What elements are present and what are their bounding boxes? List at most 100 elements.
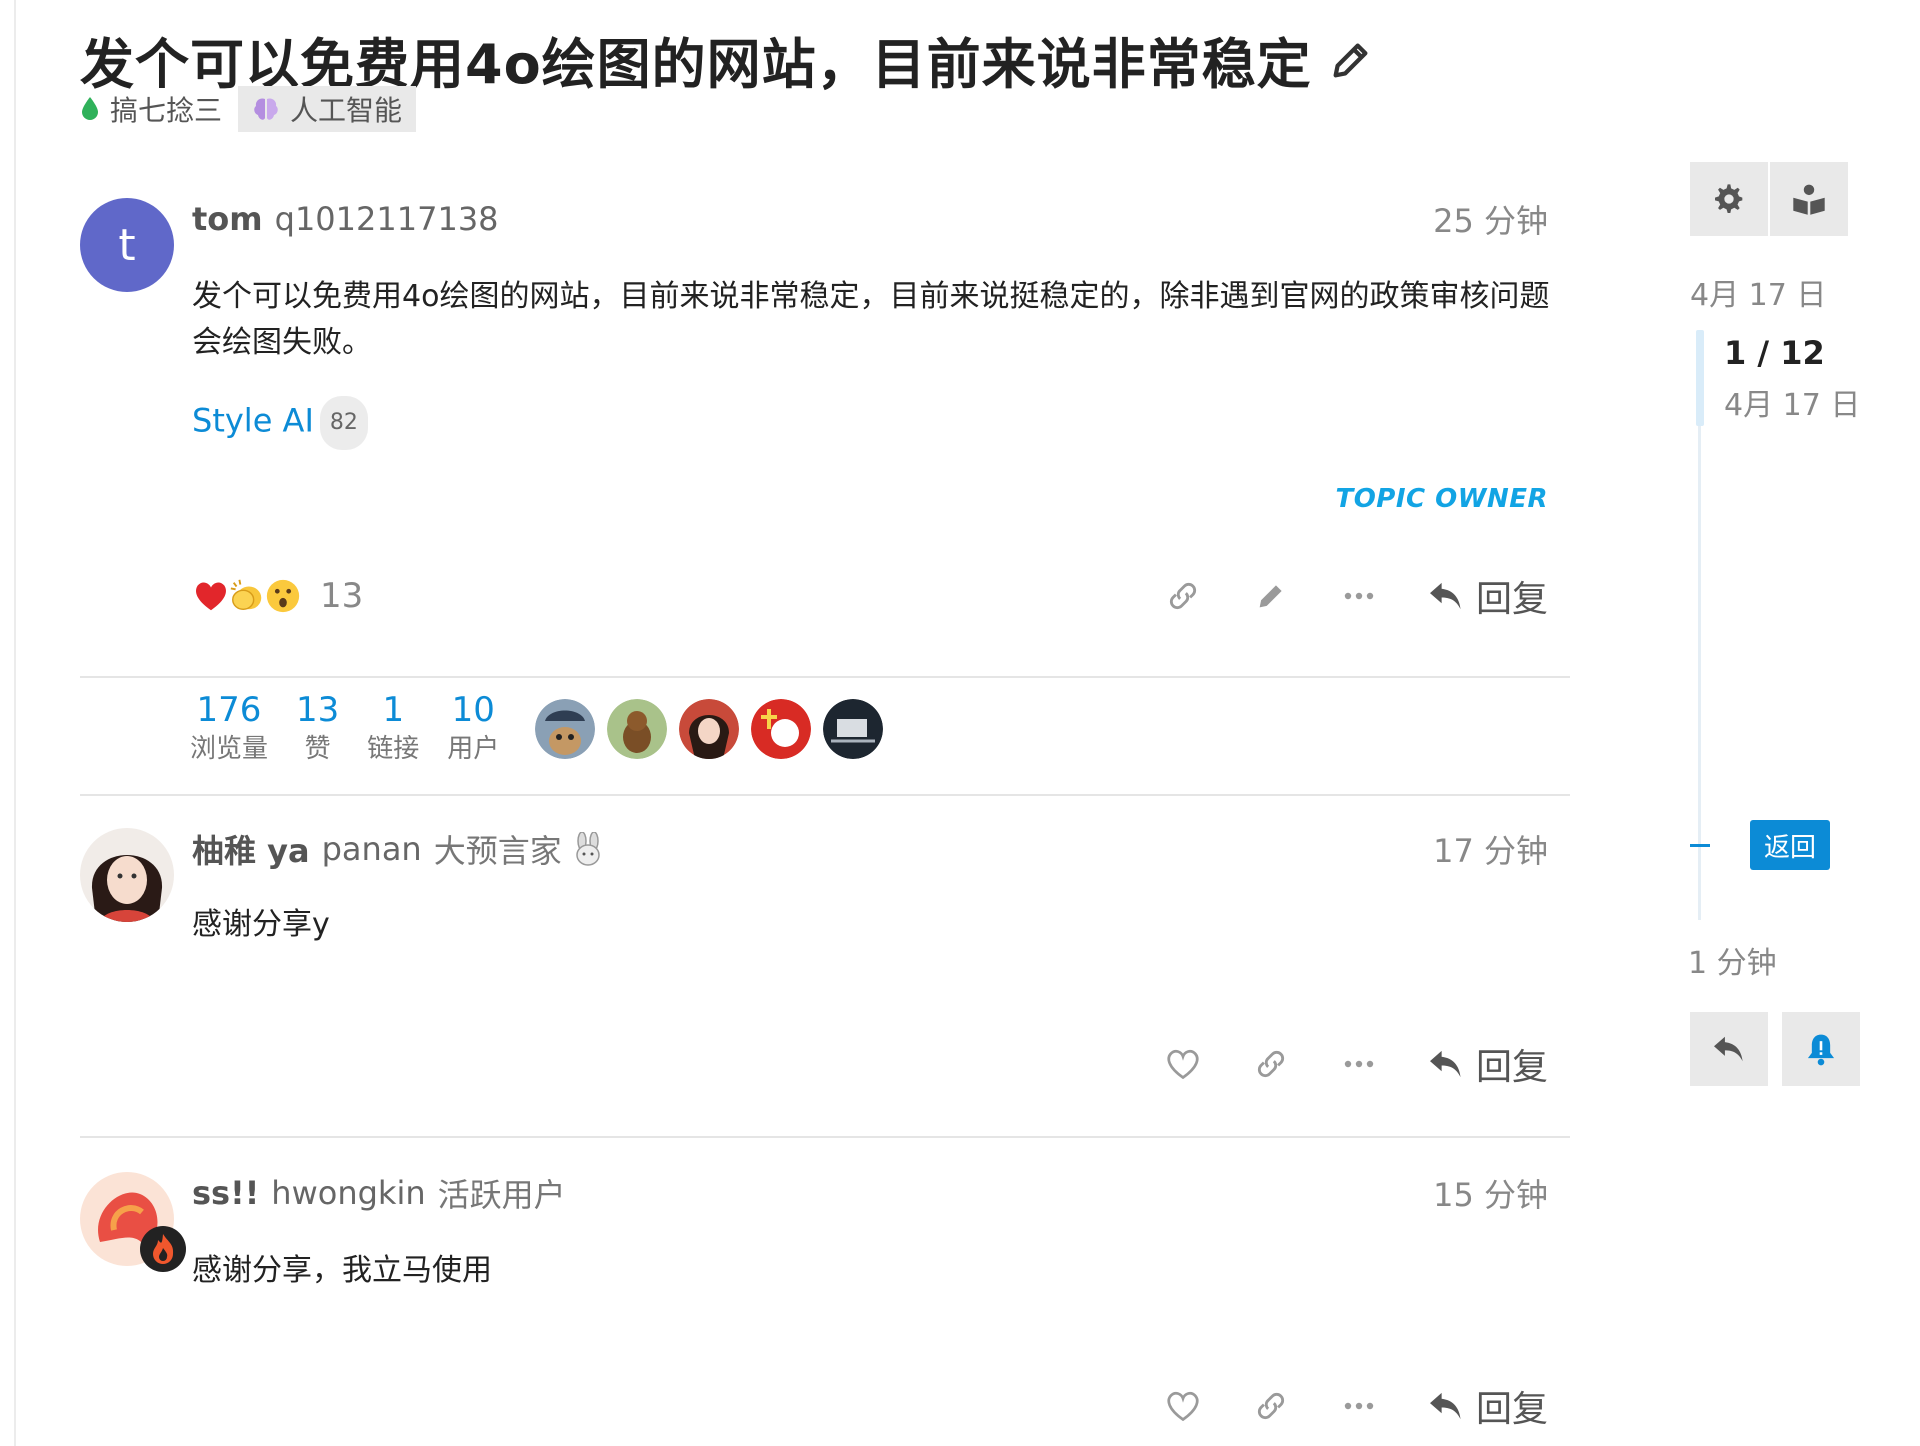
brain-icon bbox=[254, 98, 278, 120]
user-title: 活跃用户 bbox=[437, 1176, 566, 1214]
link-icon bbox=[1257, 1392, 1285, 1420]
style-ai-link[interactable]: Style AI bbox=[192, 402, 314, 440]
admin-menu-button[interactable] bbox=[1690, 162, 1768, 236]
like-button[interactable] bbox=[1148, 1034, 1218, 1094]
avatar-letter: t bbox=[118, 219, 136, 271]
tag-name: 人工智能 bbox=[290, 94, 403, 127]
ellipsis-icon bbox=[1344, 1402, 1374, 1410]
post-body: 发个可以免费用4o绘图的网站，目前来说非常稳定，目前来说挺稳定的，除非遇到官网的… bbox=[192, 279, 1550, 360]
onebox-link: Style AI 82 bbox=[192, 396, 1552, 450]
flame-badge-icon bbox=[140, 1226, 186, 1272]
left-border bbox=[14, 0, 16, 1446]
user-fullname[interactable]: hwongkin bbox=[271, 1174, 425, 1212]
category-name: 搞七捻三 bbox=[110, 94, 223, 127]
gear-icon bbox=[1715, 184, 1743, 213]
user-title: 大预言家 bbox=[433, 832, 562, 870]
rabbit-flair-icon bbox=[575, 832, 600, 866]
timeline-back-button[interactable]: 返回 bbox=[1750, 820, 1830, 870]
timeline-start-date[interactable]: 4月 17 日 bbox=[1690, 270, 1826, 314]
post-divider bbox=[80, 1136, 1570, 1138]
heart-icon bbox=[1167, 1391, 1199, 1422]
post-time[interactable]: 25 分钟 bbox=[1433, 196, 1548, 242]
reactions[interactable]: 13 bbox=[192, 576, 363, 616]
username[interactable]: tom bbox=[192, 200, 263, 238]
avatar[interactable] bbox=[80, 828, 174, 922]
avatar-wrapper bbox=[80, 1172, 190, 1282]
participant-avatars bbox=[535, 699, 884, 759]
topic-admin-buttons bbox=[1690, 162, 1848, 236]
reply-icon bbox=[1429, 582, 1461, 610]
timeline-scroller-handle[interactable] bbox=[1696, 330, 1704, 426]
post-actions: 回复 bbox=[192, 1034, 1548, 1094]
user-fullname[interactable]: panan bbox=[322, 830, 422, 868]
notification-level-button[interactable] bbox=[1782, 1012, 1860, 1086]
copy-link-button[interactable] bbox=[1236, 1376, 1306, 1436]
summarize-button[interactable] bbox=[1770, 162, 1848, 236]
post-divider bbox=[80, 676, 1570, 678]
reply-label: 回复 bbox=[1475, 579, 1548, 620]
reply-icon bbox=[1429, 1392, 1461, 1420]
clap-emoji-icon bbox=[230, 579, 262, 611]
stat-value: 1 bbox=[382, 690, 405, 730]
stat-value: 176 bbox=[196, 690, 262, 730]
username[interactable]: ss!! bbox=[192, 1174, 259, 1212]
participant-avatar[interactable] bbox=[607, 699, 668, 759]
stat-label: 链接 bbox=[367, 734, 420, 764]
post-header: ss!! hwongkin 活跃用户 15 分钟 bbox=[192, 1170, 1548, 1216]
post-1: t tom q1012117138 25 分钟 发个可以免费用4o绘图的网站，目… bbox=[80, 196, 1570, 676]
participant-avatar[interactable] bbox=[751, 699, 812, 759]
more-actions-button[interactable] bbox=[1324, 1034, 1394, 1094]
participant-avatar[interactable] bbox=[679, 699, 740, 759]
stat-label: 浏览量 bbox=[190, 734, 269, 764]
post-header: tom q1012117138 25 分钟 bbox=[192, 196, 1548, 242]
reply-label: 回复 bbox=[1475, 1389, 1548, 1430]
timeline-last-read-marker bbox=[1690, 844, 1710, 847]
ellipsis-icon bbox=[1344, 592, 1374, 600]
reaction-count: 13 bbox=[320, 576, 364, 616]
timeline-footer-buttons bbox=[1690, 1012, 1860, 1086]
book-reader-icon bbox=[1793, 184, 1825, 215]
avatar[interactable]: t bbox=[80, 198, 174, 292]
stat-label: 用户 bbox=[447, 734, 500, 764]
more-actions-button[interactable] bbox=[1324, 566, 1394, 626]
reply-button[interactable]: 回复 bbox=[1428, 1038, 1548, 1090]
tag-link[interactable]: 人工智能 bbox=[238, 86, 417, 132]
participant-avatar[interactable] bbox=[823, 699, 884, 759]
like-button[interactable] bbox=[1148, 1376, 1218, 1436]
user-fullname[interactable]: q1012117138 bbox=[275, 200, 499, 238]
topic-map: 176 浏览量 13 赞 1 链接 10 用户 bbox=[190, 690, 884, 768]
post-3: ss!! hwongkin 活跃用户 15 分钟 感谢分享，我立马使用 回复 bbox=[80, 1170, 1570, 1440]
post-actions: 回复 bbox=[192, 1376, 1548, 1436]
stat-likes[interactable]: 13 赞 bbox=[296, 690, 339, 768]
timeline-position-date: 4月 17 日 bbox=[1724, 388, 1861, 423]
stat-label: 赞 bbox=[304, 734, 331, 764]
reply-to-topic-button[interactable] bbox=[1690, 1012, 1768, 1086]
timeline-end-date[interactable]: 1 分钟 bbox=[1688, 938, 1777, 982]
edit-title-icon[interactable] bbox=[1328, 37, 1374, 83]
stat-views[interactable]: 176 浏览量 bbox=[190, 690, 268, 768]
link-click-count: 82 bbox=[319, 396, 368, 450]
more-actions-button[interactable] bbox=[1324, 1376, 1394, 1436]
stat-value: 10 bbox=[451, 690, 495, 730]
topic-owner-label: TOPIC OWNER bbox=[1335, 484, 1548, 514]
pencil-icon bbox=[1259, 585, 1282, 608]
stat-users[interactable]: 10 用户 bbox=[447, 690, 499, 768]
reply-label: 回复 bbox=[1475, 1047, 1548, 1088]
participant-avatar[interactable] bbox=[535, 699, 596, 759]
username[interactable]: 柚稚 ya bbox=[192, 826, 310, 872]
stat-value: 13 bbox=[296, 690, 340, 730]
reply-button[interactable]: 回复 bbox=[1428, 1380, 1548, 1432]
reply-icon bbox=[1714, 1036, 1743, 1062]
post-header: 柚稚 ya panan 大预言家 17 分钟 bbox=[192, 826, 1548, 872]
drop-icon bbox=[82, 97, 98, 120]
surprised-emoji-icon bbox=[266, 579, 300, 613]
post-time[interactable]: 15 分钟 bbox=[1433, 1170, 1548, 1216]
timeline-position: 1 / 12 bbox=[1724, 334, 1825, 372]
category-link[interactable]: 搞七捻三 bbox=[80, 89, 230, 129]
reply-button[interactable]: 回复 bbox=[1428, 570, 1548, 622]
copy-link-button[interactable] bbox=[1148, 566, 1218, 626]
copy-link-button[interactable] bbox=[1236, 1034, 1306, 1094]
edit-post-button[interactable] bbox=[1236, 566, 1306, 626]
stat-links[interactable]: 1 链接 bbox=[367, 690, 419, 768]
post-time[interactable]: 17 分钟 bbox=[1433, 826, 1548, 872]
